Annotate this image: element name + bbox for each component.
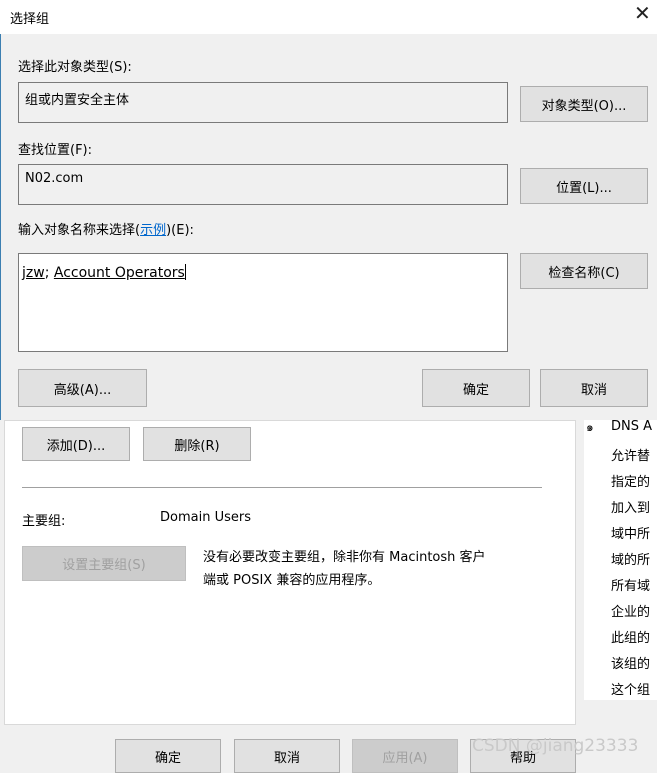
primary-group-label: 主要组: [22, 514, 66, 529]
list-item[interactable]: 该组的 [611, 653, 650, 672]
note-line-2: 端或 POSIX 兼容的应用程序。 [203, 573, 381, 588]
dialog-title: 选择组 [10, 12, 50, 27]
names-label-prefix: 输入对象名称来选择( [18, 223, 141, 238]
list-item[interactable]: 域中所 [611, 523, 650, 542]
list-item[interactable]: 指定的 [611, 471, 650, 490]
cancel-button[interactable]: 取消 [540, 369, 648, 407]
note-line-1: 没有必要改变主要组，除非你有 Macintosh 客户 [203, 550, 486, 565]
list-item[interactable]: 企业的 [611, 601, 650, 620]
name-entry-2: Account Operators [53, 265, 185, 281]
list-item[interactable]: DNS A [611, 419, 652, 434]
close-icon[interactable]: ✕ [634, 3, 651, 23]
check-names-button[interactable]: 检查名称(C) [520, 253, 648, 289]
list-item[interactable]: 所有域 [611, 575, 650, 594]
footer-apply-button[interactable]: 应用(A) [352, 739, 458, 773]
examples-link[interactable]: 示例 [140, 223, 166, 238]
text-cursor [184, 264, 186, 280]
object-names-input[interactable]: jzw; Account Operators [18, 253, 508, 352]
watermark: CSDN @jiang23333 [472, 736, 639, 756]
location-button[interactable]: 位置(L)... [520, 168, 648, 204]
set-primary-group-button[interactable]: 设置主要组(S) [22, 546, 186, 581]
location-field: N02.com [18, 164, 508, 205]
advanced-button[interactable]: 高级(A)... [18, 369, 147, 407]
list-item[interactable]: 加入到 [611, 497, 650, 516]
list-item[interactable]: 域的所 [611, 549, 650, 568]
separator [22, 487, 542, 488]
names-label: 输入对象名称来选择(示例)(E): [18, 219, 194, 238]
name-entry-1: jzw [22, 265, 45, 281]
primary-group-value: Domain Users [160, 510, 251, 525]
object-type-button[interactable]: 对象类型(O)... [520, 86, 648, 122]
list-item[interactable]: 此组的 [611, 627, 650, 646]
list-marker: ๑ [586, 420, 594, 434]
title-bar: 选择组 ✕ [0, 0, 657, 34]
object-type-label: 选择此对象类型(S): [18, 60, 132, 75]
footer-ok-button[interactable]: 确定 [115, 739, 221, 773]
object-type-field: 组或内置安全主体 [18, 82, 508, 123]
list-item[interactable]: 这个组 [611, 679, 650, 698]
add-button[interactable]: 添加(D)... [22, 427, 130, 461]
dialog-border-left [0, 34, 1, 420]
list-item[interactable]: 允许替 [611, 445, 650, 464]
ok-button[interactable]: 确定 [422, 369, 530, 407]
names-label-suffix: )(E): [166, 223, 194, 238]
name-separator: ; [44, 265, 54, 281]
location-label: 查找位置(F): [18, 143, 93, 158]
footer-cancel-button[interactable]: 取消 [234, 739, 340, 773]
select-group-dialog: 选择组 ✕ 选择此对象类型(S): 组或内置安全主体 对象类型(O)... 查找… [0, 0, 657, 420]
remove-button[interactable]: 删除(R) [143, 427, 251, 461]
